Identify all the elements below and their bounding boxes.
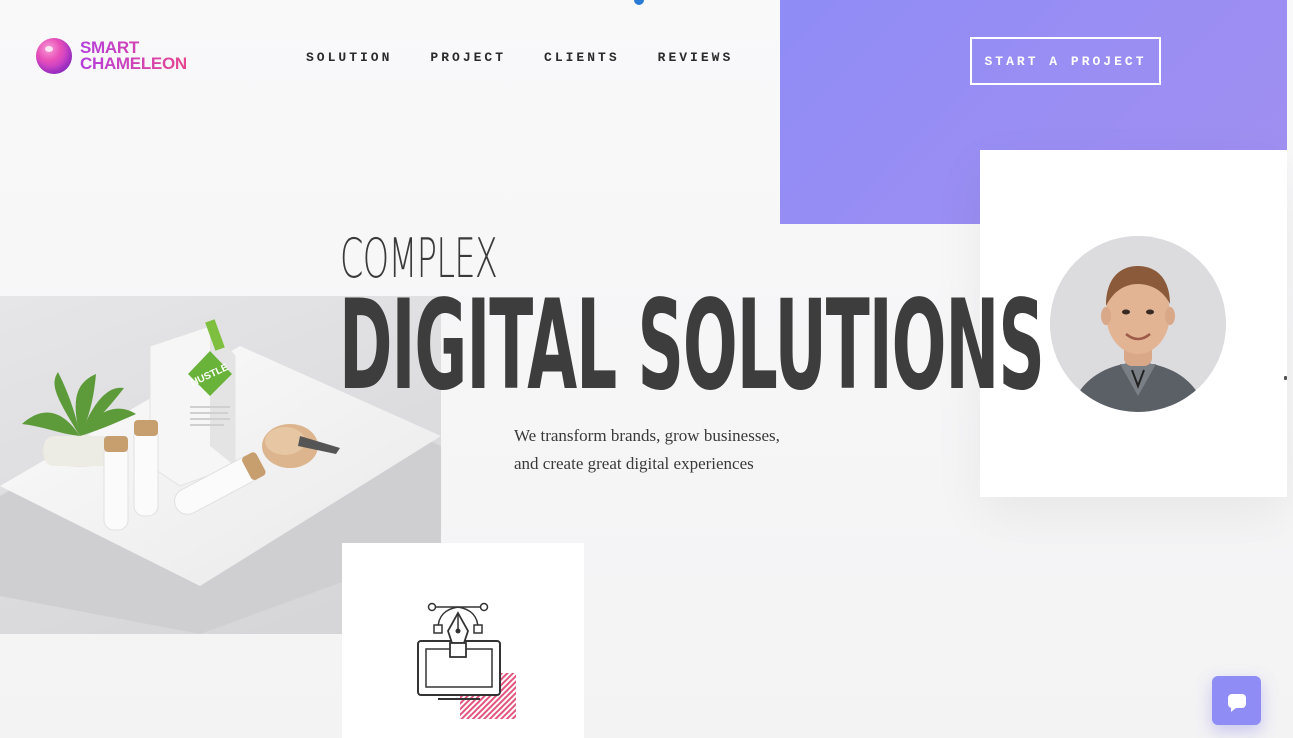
tagline-line-2: and create great digital experiences (514, 454, 754, 473)
chat-button[interactable] (1212, 676, 1261, 725)
hero-title: DIGITAL SOLUTIONS (339, 274, 1045, 418)
top-accent-dot (634, 0, 644, 5)
edge-marker (1284, 376, 1287, 380)
landing-page: SMART CHAMELEON SOLUTION PROJECT CLIENTS… (0, 0, 1293, 738)
hero-tagline: We transform brands, grow businesses, an… (514, 422, 874, 478)
start-project-button[interactable]: START A PROJECT (970, 37, 1161, 85)
service-card[interactable] (342, 543, 584, 738)
brand-logo[interactable]: SMART CHAMELEON (36, 38, 187, 74)
person-portrait (1050, 236, 1226, 412)
logo-wordmark: SMART CHAMELEON (80, 40, 187, 72)
nav-item-clients[interactable]: CLIENTS (544, 50, 620, 65)
avatar (1050, 236, 1226, 412)
chat-bubble-icon (1227, 693, 1246, 712)
main-nav: SOLUTION PROJECT CLIENTS REVIEWS (306, 50, 733, 65)
logo-ball-icon (36, 38, 72, 74)
nav-item-project[interactable]: PROJECT (430, 50, 506, 65)
nav-item-reviews[interactable]: REVIEWS (658, 50, 734, 65)
pen-tool-monitor-icon (417, 602, 516, 719)
logo-line-2: CHAMELEON (80, 54, 187, 73)
tagline-line-1: We transform brands, grow businesses, (514, 426, 780, 445)
nav-item-solution[interactable]: SOLUTION (306, 50, 392, 65)
